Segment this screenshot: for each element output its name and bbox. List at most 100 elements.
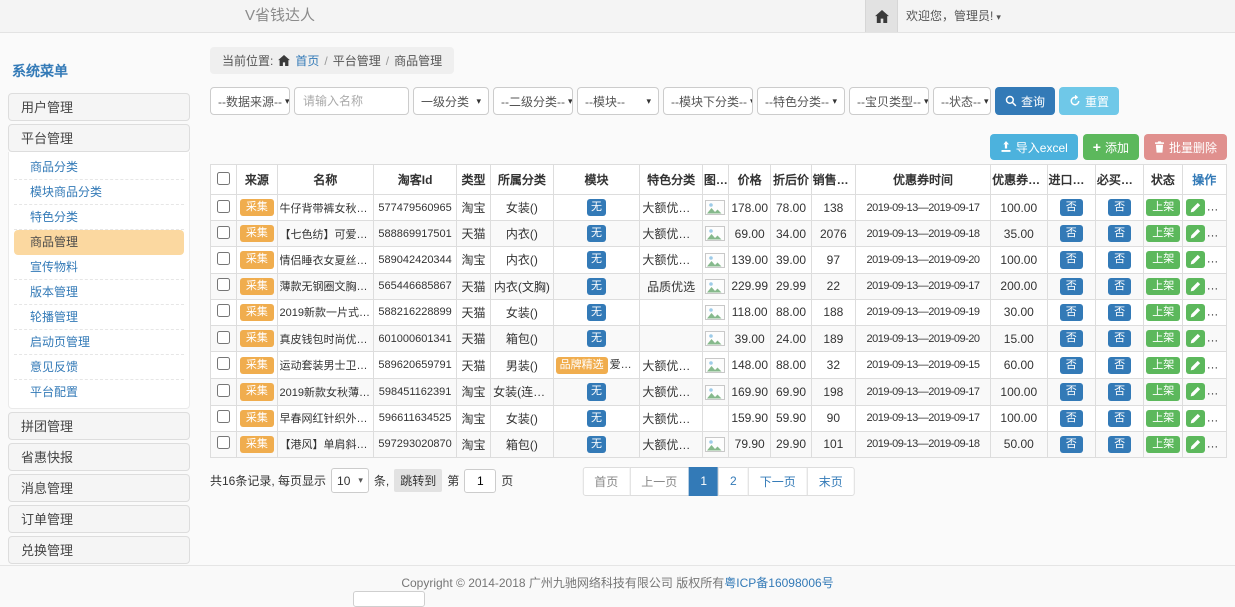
filter-select-二级分类[interactable]: --二级分类--▾ bbox=[493, 87, 573, 115]
edit-button[interactable] bbox=[1186, 330, 1205, 347]
import-select-toggle[interactable]: 否 bbox=[1060, 383, 1083, 400]
add-button[interactable]: + 添加 bbox=[1083, 134, 1139, 160]
must-buy-toggle[interactable]: 否 bbox=[1108, 357, 1131, 374]
sidebar-group-省惠快报[interactable]: 省惠快报 bbox=[8, 443, 190, 471]
page-button-2[interactable]: 2 bbox=[718, 467, 749, 496]
query-button[interactable]: 查询 bbox=[995, 87, 1055, 115]
import-select-toggle[interactable]: 否 bbox=[1060, 304, 1083, 321]
filter-select-模块下分类[interactable]: --模块下分类--▾ bbox=[663, 87, 753, 115]
sidebar-item-宣传物料[interactable]: 宣传物料 bbox=[14, 255, 184, 280]
must-buy-toggle[interactable]: 否 bbox=[1108, 410, 1131, 427]
row-checkbox[interactable] bbox=[217, 410, 230, 423]
reset-button[interactable]: 重置 bbox=[1059, 87, 1119, 115]
row-checkbox[interactable] bbox=[217, 278, 230, 291]
edit-button[interactable] bbox=[1186, 199, 1205, 216]
sidebar-item-模块商品分类[interactable]: 模块商品分类 bbox=[14, 180, 184, 205]
sidebar-item-意见反馈[interactable]: 意见反馈 bbox=[14, 355, 184, 380]
import-select-toggle[interactable]: 否 bbox=[1060, 410, 1083, 427]
import-select-toggle[interactable]: 否 bbox=[1060, 199, 1083, 216]
per-page-select[interactable]: 10▾ bbox=[331, 468, 369, 493]
filter-select-宝贝类型[interactable]: --宝贝类型--▾ bbox=[849, 87, 929, 115]
status-badge[interactable]: 上架 bbox=[1146, 199, 1180, 216]
sidebar-item-轮播管理[interactable]: 轮播管理 bbox=[14, 305, 184, 330]
filter-select-特色分类[interactable]: --特色分类--▾ bbox=[757, 87, 845, 115]
status-badge[interactable]: 上架 bbox=[1146, 330, 1180, 347]
row-checkbox[interactable] bbox=[217, 226, 230, 239]
breadcrumb-home-link[interactable]: 首页 bbox=[295, 52, 319, 69]
row-checkbox[interactable] bbox=[217, 252, 230, 265]
row-checkbox[interactable] bbox=[217, 357, 230, 370]
sidebar-group-订单管理[interactable]: 订单管理 bbox=[8, 505, 190, 533]
status-badge[interactable]: 上架 bbox=[1146, 225, 1180, 242]
must-buy-toggle[interactable]: 否 bbox=[1108, 251, 1131, 268]
import-select-toggle[interactable]: 否 bbox=[1060, 251, 1083, 268]
edit-button[interactable] bbox=[1186, 357, 1205, 374]
sidebar-group-用户管理[interactable]: 用户管理 bbox=[8, 93, 190, 121]
import-select-toggle[interactable]: 否 bbox=[1060, 330, 1083, 347]
sidebar-group-消息管理[interactable]: 消息管理 bbox=[8, 474, 190, 502]
edit-button[interactable] bbox=[1186, 225, 1205, 242]
status-badge[interactable]: 上架 bbox=[1146, 357, 1180, 374]
edit-button[interactable] bbox=[1186, 383, 1205, 400]
edit-button[interactable] bbox=[1186, 304, 1205, 321]
sidebar-item-启动页管理[interactable]: 启动页管理 bbox=[14, 330, 184, 355]
row-checkbox[interactable] bbox=[217, 436, 230, 449]
sidebar-item-商品分类[interactable]: 商品分类 bbox=[14, 155, 184, 180]
status-badge[interactable]: 上架 bbox=[1146, 278, 1180, 295]
page-button-下一页[interactable]: 下一页 bbox=[748, 467, 808, 496]
page-button-末页[interactable]: 末页 bbox=[807, 467, 855, 496]
edit-button[interactable] bbox=[1186, 251, 1205, 268]
filter-select-数据来源[interactable]: --数据来源--▾ bbox=[210, 87, 290, 115]
must-buy-toggle[interactable]: 否 bbox=[1108, 436, 1131, 453]
status-badge[interactable]: 上架 bbox=[1146, 410, 1180, 427]
status-badge[interactable]: 上架 bbox=[1146, 383, 1180, 400]
module-extra-text: 爱上运动 bbox=[610, 359, 640, 371]
status-badge[interactable]: 上架 bbox=[1146, 304, 1180, 321]
import-select-toggle[interactable]: 否 bbox=[1060, 436, 1083, 453]
import-select-toggle[interactable]: 否 bbox=[1060, 225, 1083, 242]
jump-button[interactable]: 跳转到 bbox=[394, 469, 442, 492]
filter-select-模块[interactable]: --模块--▾ bbox=[577, 87, 659, 115]
page-button-1[interactable]: 1 bbox=[688, 467, 719, 496]
must-buy-toggle[interactable]: 否 bbox=[1108, 199, 1131, 216]
select-all-checkbox[interactable] bbox=[217, 172, 230, 185]
must-buy-toggle[interactable]: 否 bbox=[1108, 383, 1131, 400]
name-search-input[interactable] bbox=[294, 87, 409, 115]
batch-delete-button[interactable]: 批量删除 bbox=[1144, 134, 1227, 160]
icp-link[interactable]: 粤ICP备16098006号 bbox=[724, 576, 833, 590]
filter-select-一级分类[interactable]: 一级分类▾ bbox=[413, 87, 489, 115]
status-badge[interactable]: 上架 bbox=[1146, 436, 1180, 453]
page-button-上一页[interactable]: 上一页 bbox=[629, 467, 689, 496]
must-buy-toggle[interactable]: 否 bbox=[1108, 278, 1131, 295]
import-excel-button[interactable]: 导入excel bbox=[990, 134, 1078, 160]
pager-buttons: 首页上一页12下一页末页 bbox=[582, 467, 854, 496]
jump-page-input[interactable] bbox=[464, 469, 496, 493]
sidebar-item-版本管理[interactable]: 版本管理 bbox=[14, 280, 184, 305]
sidebar-group-兑换管理[interactable]: 兑换管理 bbox=[8, 536, 190, 564]
must-buy-toggle[interactable]: 否 bbox=[1108, 225, 1131, 242]
category-cell: 男装() bbox=[491, 352, 553, 379]
row-checkbox[interactable] bbox=[217, 384, 230, 397]
must-buy-toggle[interactable]: 否 bbox=[1108, 304, 1131, 321]
edit-button[interactable] bbox=[1186, 410, 1205, 427]
sidebar-group-拼团管理[interactable]: 拼团管理 bbox=[8, 412, 190, 440]
page-button-首页[interactable]: 首页 bbox=[582, 467, 630, 496]
row-checkbox[interactable] bbox=[217, 200, 230, 213]
edit-button[interactable] bbox=[1186, 436, 1205, 453]
category-cell: 女装(连衣裙) bbox=[491, 379, 553, 405]
row-checkbox[interactable] bbox=[217, 304, 230, 317]
sidebar-item-商品管理[interactable]: 商品管理 bbox=[14, 230, 184, 255]
discount-price-cell: 39.00 bbox=[771, 247, 811, 273]
import-select-toggle[interactable]: 否 bbox=[1060, 278, 1083, 295]
must-buy-toggle[interactable]: 否 bbox=[1108, 330, 1131, 347]
import-select-toggle[interactable]: 否 bbox=[1060, 357, 1083, 374]
edit-button[interactable] bbox=[1186, 278, 1205, 295]
sidebar-item-特色分类[interactable]: 特色分类 bbox=[14, 205, 184, 230]
user-menu[interactable]: 欢迎您，管理员!▾ bbox=[906, 0, 1001, 33]
sidebar-item-平台配置[interactable]: 平台配置 bbox=[14, 380, 184, 405]
home-nav-button[interactable] bbox=[865, 0, 898, 32]
filter-select-状态[interactable]: --状态--▾ bbox=[933, 87, 991, 115]
row-checkbox[interactable] bbox=[217, 331, 230, 344]
status-badge[interactable]: 上架 bbox=[1146, 251, 1180, 268]
sidebar-group-平台管理[interactable]: 平台管理 bbox=[8, 124, 190, 152]
